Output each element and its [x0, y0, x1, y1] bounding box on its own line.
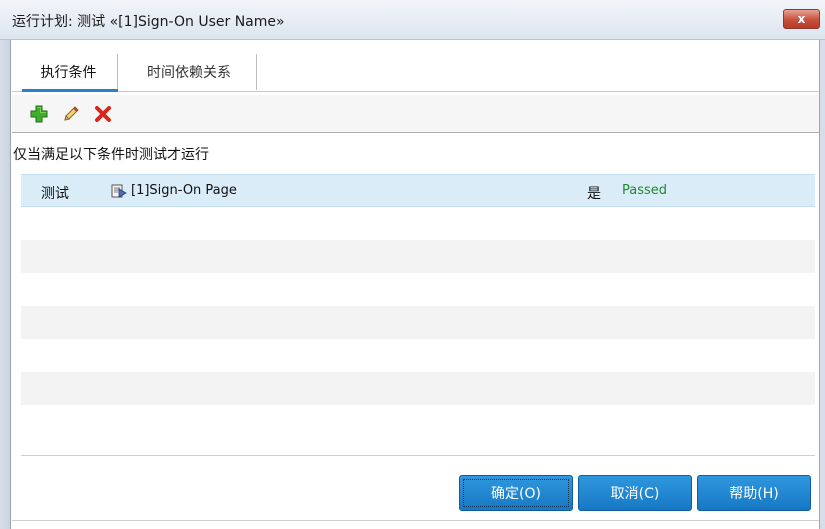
tab-label: 时间依赖关系 [147, 65, 231, 81]
condition-test-name: [1]Sign-On Page [131, 183, 237, 198]
condition-type: 测试 [41, 186, 69, 202]
delete-icon [95, 106, 111, 122]
tab-time-dependency[interactable]: 时间依赖关系 [122, 54, 257, 90]
empty-row [21, 306, 815, 339]
close-button[interactable]: x [783, 9, 820, 29]
tab-strip: 执行条件 时间依赖关系 [12, 48, 819, 92]
help-button-label: 帮助(H) [729, 486, 779, 502]
section-heading: 仅当满足以下条件时测试才运行 [13, 147, 209, 163]
toolbar [12, 95, 819, 133]
delete-condition-button[interactable] [92, 103, 114, 125]
condition-required: 是 [587, 186, 601, 202]
active-tab-indicator [22, 89, 118, 92]
test-run-icon [111, 184, 127, 202]
bottom-border [12, 520, 819, 521]
empty-row [21, 339, 815, 372]
title-bar: 运行计划: 测试 «[1]Sign-On User Name» x [0, 0, 825, 40]
help-button[interactable]: 帮助(H) [697, 475, 811, 511]
tab-label: 执行条件 [40, 65, 97, 81]
empty-row [21, 273, 815, 306]
pencil-icon [64, 106, 79, 121]
close-icon: x [797, 12, 806, 26]
edit-condition-button[interactable] [60, 103, 82, 125]
empty-row [21, 240, 815, 273]
condition-status: Passed [622, 183, 668, 198]
footer-divider [21, 455, 815, 456]
window-frame-left [0, 40, 11, 529]
condition-row[interactable]: 测试 [1]Sign-On Page 是 Passed [21, 174, 815, 207]
tab-execution-conditions[interactable]: 执行条件 [20, 54, 118, 90]
add-condition-button[interactable] [28, 103, 50, 125]
empty-row [21, 207, 815, 240]
empty-row [21, 372, 815, 405]
ok-button-label: 确定(O) [491, 486, 541, 502]
empty-row [21, 405, 815, 438]
cancel-button-label: 取消(C) [610, 486, 660, 502]
conditions-list: 测试 [1]Sign-On Page 是 Passed [21, 174, 815, 454]
window-frame-right [819, 40, 825, 529]
ok-button[interactable]: 确定(O) [459, 475, 573, 511]
window-title: 运行计划: 测试 «[1]Sign-On User Name» [12, 14, 285, 30]
cancel-button[interactable]: 取消(C) [578, 475, 692, 511]
add-icon [30, 105, 48, 123]
